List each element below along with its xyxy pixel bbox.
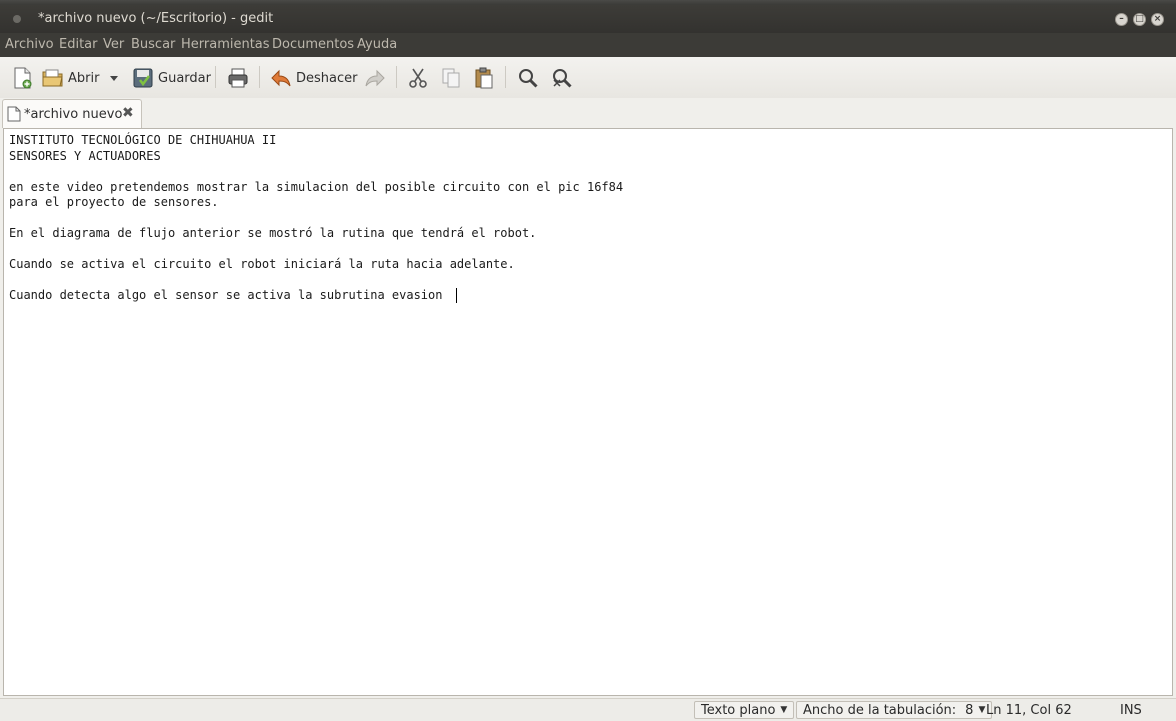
menu-ver[interactable]: Ver xyxy=(103,37,124,52)
minimize-button[interactable]: – xyxy=(1115,13,1128,26)
document-line: Cuando detecta algo el sensor se activa … xyxy=(9,288,450,302)
status-bar: Texto plano ▼ Ancho de la tabulación: 8 … xyxy=(0,698,1176,721)
toolbar-separator xyxy=(215,66,216,88)
cut-button[interactable] xyxy=(406,66,430,90)
chevron-down-icon xyxy=(110,76,118,81)
copy-button[interactable] xyxy=(439,66,463,90)
language-selector[interactable]: Texto plano ▼ xyxy=(694,701,795,719)
new-document-icon xyxy=(14,67,32,89)
maximize-button[interactable]: □ xyxy=(1133,13,1146,26)
tab-width-value: 8 xyxy=(965,702,974,718)
text-editor[interactable]: INSTITUTO TECNOLÓGICO DE CHIHUAHUA II SE… xyxy=(3,128,1173,696)
menu-buscar[interactable]: Buscar xyxy=(131,37,175,52)
save-icon xyxy=(133,68,153,88)
paste-button[interactable] xyxy=(472,66,496,90)
redo-icon xyxy=(365,69,385,87)
insert-mode: INS xyxy=(1120,702,1142,718)
scissors-icon xyxy=(409,68,427,88)
menu-ayuda[interactable]: Ayuda xyxy=(357,37,397,52)
language-label: Texto plano xyxy=(701,702,776,718)
tab-width-selector[interactable]: Ancho de la tabulación: 8 ▼ xyxy=(796,701,993,719)
menu-bar: Archivo Editar Ver Buscar Herramientas D… xyxy=(0,33,1176,57)
find-replace-icon xyxy=(553,69,572,88)
toolbar-separator xyxy=(259,66,260,88)
toolbar-separator xyxy=(505,66,506,88)
tab-width-label: Ancho de la tabulación: xyxy=(803,702,957,718)
open-label: Abrir xyxy=(68,70,100,86)
menu-herramientas[interactable]: Herramientas xyxy=(181,37,270,52)
document-line: para el proyecto de sensores. xyxy=(9,195,219,209)
tab-label: *archivo nuevo xyxy=(24,107,123,122)
document-line: INSTITUTO TECNOLÓGICO DE CHIHUAHUA II xyxy=(9,133,277,147)
close-button[interactable]: × xyxy=(1151,13,1164,26)
menu-documentos[interactable]: Documentos xyxy=(272,37,354,52)
undo-icon xyxy=(271,69,291,87)
document-line: SENSORES Y ACTUADORES xyxy=(9,149,161,163)
copy-icon xyxy=(442,68,460,88)
redo-button[interactable] xyxy=(363,66,387,90)
save-label: Guardar xyxy=(158,70,211,86)
tab-archivo-nuevo[interactable]: *archivo nuevo ✖ xyxy=(2,99,142,128)
menu-editar[interactable]: Editar xyxy=(59,37,98,52)
save-button[interactable]: Guardar xyxy=(131,66,211,90)
menu-archivo[interactable]: Archivo xyxy=(5,37,54,52)
document-line: Cuando se activa el circuito el robot in… xyxy=(9,257,515,271)
new-document-button[interactable] xyxy=(10,66,34,90)
document-line: en este video pretendemos mostrar la sim… xyxy=(9,180,624,194)
title-bar: *archivo nuevo (~/Escritorio) - gedit – … xyxy=(0,5,1176,33)
tab-bar: *archivo nuevo ✖ xyxy=(0,98,1176,128)
document-icon xyxy=(7,106,21,122)
toolbar: Abrir Guardar Deshacer xyxy=(0,57,1176,99)
chevron-down-icon: ▼ xyxy=(978,705,986,715)
undo-button[interactable]: Deshacer xyxy=(269,66,357,90)
open-recent-dropdown[interactable] xyxy=(108,66,120,90)
paste-icon xyxy=(475,67,493,89)
text-caret xyxy=(456,288,457,303)
window-title: *archivo nuevo (~/Escritorio) - gedit xyxy=(38,11,274,26)
cursor-position: Ln 11, Col 62 xyxy=(986,702,1072,718)
toolbar-separator xyxy=(396,66,397,88)
chevron-down-icon: ▼ xyxy=(780,705,788,715)
print-icon xyxy=(228,68,248,88)
document-line: En el diagrama de flujo anterior se most… xyxy=(9,226,537,240)
print-button[interactable] xyxy=(226,66,250,90)
find-button[interactable] xyxy=(516,66,540,90)
open-folder-icon xyxy=(42,69,63,87)
open-button[interactable]: Abrir xyxy=(41,66,99,90)
close-tab-icon[interactable]: ✖ xyxy=(122,105,134,121)
search-icon xyxy=(519,69,538,88)
undo-label: Deshacer xyxy=(296,70,358,86)
window-menu-icon[interactable] xyxy=(13,15,21,23)
replace-button[interactable] xyxy=(550,66,574,90)
